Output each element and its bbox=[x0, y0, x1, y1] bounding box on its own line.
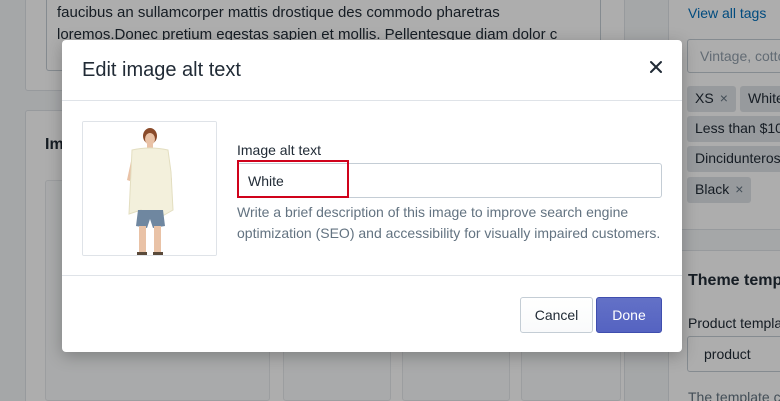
modal-header: Edit image alt text bbox=[62, 40, 682, 101]
edit-alt-text-modal: Edit image alt text Image alt text White… bbox=[62, 40, 682, 352]
product-image-preview bbox=[82, 121, 217, 256]
alt-text-label: Image alt text bbox=[237, 142, 322, 158]
close-icon[interactable] bbox=[645, 56, 667, 78]
cancel-button[interactable]: Cancel bbox=[520, 297, 593, 333]
modal-divider bbox=[62, 275, 682, 276]
done-button[interactable]: Done bbox=[596, 297, 662, 333]
alt-text-input[interactable] bbox=[237, 163, 662, 198]
alt-text-help: Write a brief description of this image … bbox=[237, 204, 661, 241]
modal-title: Edit image alt text bbox=[82, 59, 241, 81]
